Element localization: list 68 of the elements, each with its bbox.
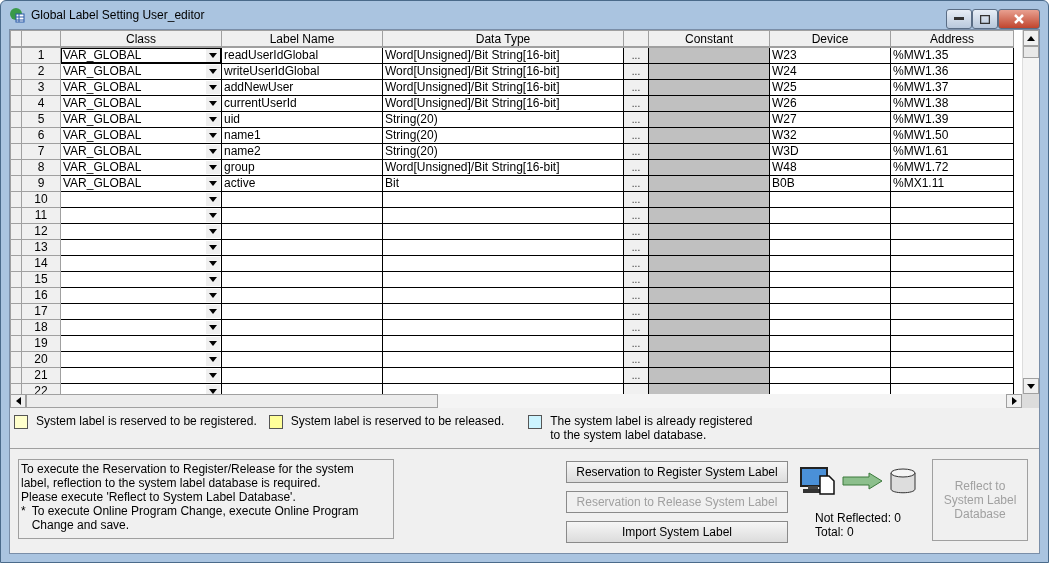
dropdown-caret-icon [209, 101, 217, 106]
footnote-mark: * [21, 504, 26, 520]
dropdown-caret-icon [209, 69, 217, 74]
maximize-icon [980, 14, 990, 24]
class-dropdown[interactable]: VAR_GLOBAL [61, 80, 221, 95]
close-button[interactable] [998, 9, 1040, 29]
scroll-left-button[interactable] [10, 394, 26, 408]
dropdown-caret-icon [209, 245, 217, 250]
dropdown-caret-icon [209, 373, 217, 378]
column-header[interactable]: Address [890, 30, 1014, 47]
legend-text: System label is reserved to be released. [290, 414, 505, 428]
left-arrow-icon [15, 397, 21, 405]
class-dropdown[interactable]: VAR_GLOBAL [61, 176, 221, 191]
status-text: Total: 0 [814, 525, 855, 539]
status-text: Not Reflected: 0 [814, 511, 901, 525]
dropdown-caret-icon [209, 133, 217, 138]
dropdown-caret-icon [209, 293, 217, 298]
dropdown-caret-icon [209, 117, 217, 122]
column-header[interactable]: Label Name [221, 30, 383, 47]
class-dropdown[interactable]: VAR_GLOBAL [61, 48, 221, 63]
column-header[interactable]: Constant [648, 30, 770, 47]
scroll-thumb[interactable] [26, 394, 438, 408]
column-header[interactable]: Device [769, 30, 891, 47]
dropdown-caret-icon [209, 325, 217, 330]
column-header[interactable]: Data Type [382, 30, 624, 47]
dropdown-caret-icon [209, 165, 217, 170]
database-icon [890, 468, 916, 494]
dropdown-caret-icon [209, 277, 217, 282]
maximize-button[interactable] [972, 9, 998, 29]
dropdown-caret-icon [209, 181, 217, 186]
column-header[interactable]: Class [60, 30, 222, 47]
down-arrow-icon [1027, 383, 1035, 389]
note-text: To execute Online Program Change, execute Online Program Change and save. [31, 504, 360, 532]
right-arrow-icon [1011, 397, 1017, 405]
dropdown-caret-icon [209, 261, 217, 266]
dropdown-caret-icon [209, 341, 217, 346]
class-dropdown[interactable]: VAR_GLOBAL [61, 112, 221, 127]
note-text: Please execute 'Reflect to System Label Database'. [21, 490, 297, 504]
up-arrow-icon [1027, 35, 1035, 41]
dropdown-caret-icon [209, 229, 217, 234]
dropdown-caret-icon [209, 213, 217, 218]
scroll-thumb[interactable] [1023, 46, 1039, 58]
dropdown-caret-icon [209, 53, 217, 58]
window-title: Global Label Setting User_editor [31, 8, 206, 22]
computer-document-icon [800, 467, 836, 495]
minimize-icon [954, 17, 964, 21]
arrow-right-icon [842, 472, 884, 490]
class-dropdown[interactable]: VAR_GLOBAL [61, 96, 221, 111]
legend-text: System label is reserved to be registered. [36, 414, 257, 428]
dropdown-caret-icon [209, 197, 217, 202]
dropdown-caret-icon [209, 357, 217, 362]
dropdown-caret-icon [209, 309, 217, 314]
dropdown-caret-icon [209, 85, 217, 90]
scroll-down-button[interactable] [1023, 378, 1039, 394]
close-icon [1014, 14, 1024, 24]
class-dropdown[interactable]: VAR_GLOBAL [61, 144, 221, 159]
class-dropdown[interactable]: VAR_GLOBAL [61, 160, 221, 175]
dropdown-caret-icon [209, 149, 217, 154]
scroll-up-button[interactable] [1023, 30, 1039, 46]
class-dropdown[interactable]: VAR_GLOBAL [61, 64, 221, 79]
class-dropdown[interactable]: VAR_GLOBAL [61, 128, 221, 143]
note-text: To execute the Reservation to Register/Release for the system label, reflection to the system label database is required. [21, 462, 355, 490]
scroll-right-button[interactable] [1006, 394, 1022, 408]
action-button[interactable]: Reservation to Register System Label [566, 461, 788, 483]
minimize-button[interactable] [946, 9, 972, 29]
legend-text: The system label is already registered to the system label database. [550, 414, 754, 442]
globe-table-icon [9, 7, 25, 23]
action-button[interactable]: Import System Label [566, 521, 788, 543]
